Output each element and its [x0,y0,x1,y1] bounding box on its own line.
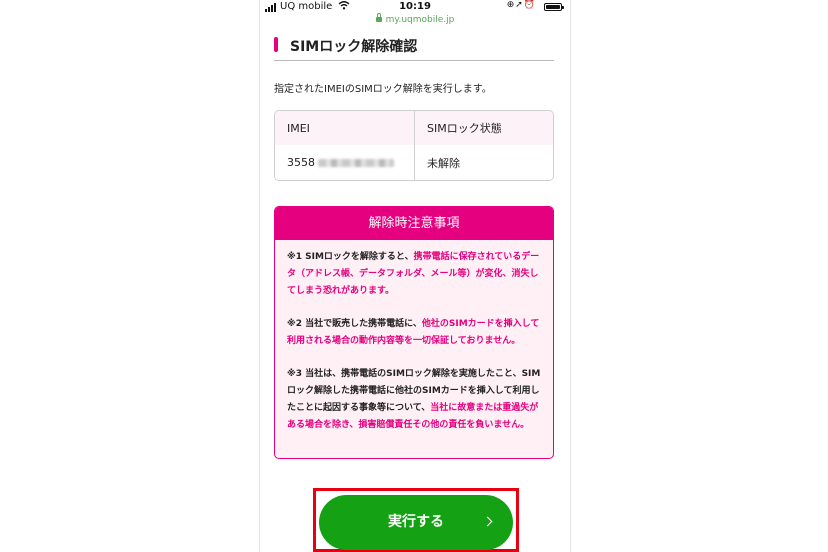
notice-item-2-text: ※2 当社で販売した携帯電話に、 [287,319,422,329]
location-icon: ➚ [515,0,524,10]
sim-lock-status-value: 未解除 [427,156,460,170]
battery-icon [544,3,564,11]
imei-redaction-blur [318,158,394,167]
status-bar: UQ mobile 10:19 ⊕➚⏰ [260,0,570,16]
notice-item-1: ※1 SIMロックを解除すると、携帯電話に保存されているデータ（アドレス帳、デー… [287,249,541,300]
imei-status-table: IMEI SIMロック状態 3558 未解除 [274,110,554,181]
unlock-notice-box: 解除時注意事項 ※1 SIMロックを解除すると、携帯電話に保存されているデータ（… [274,206,554,459]
title-accent-bar [274,37,278,52]
table-row: 3558 未解除 [275,145,553,180]
orientation-lock-icon: ⊕ [506,0,516,10]
address-bar[interactable]: my.uqmobile.jp [260,13,570,29]
notice-item-2: ※2 当社で販売した携帯電話に、他社のSIMカードを挿入して利用される場合の動作… [287,316,541,350]
imei-value: 3558 [287,156,315,169]
execute-button[interactable]: 実行する [319,495,513,550]
page-title: SIMロック解除確認 [290,39,418,55]
imei-cell: 3558 [275,145,415,180]
notice-item-1-text: ※1 SIMロックを解除すると、 [287,252,414,262]
table-header-row: IMEI SIMロック状態 [275,111,553,146]
notice-item-3: ※3 当社は、携帯電話のSIMロック解除を実施したこと、SIMロック解除した携帯… [287,366,541,434]
page-title-block: SIMロック解除確認 [274,34,554,61]
header-imei: IMEI [275,111,415,145]
intro-text: 指定されたIMEIのSIMロック解除を実行します。 [274,84,492,95]
lock-icon [375,13,382,22]
header-sim-lock-status: SIMロック状態 [427,122,502,135]
notice-body: ※1 SIMロックを解除すると、携帯電話に保存されているデータ（アドレス帳、デー… [275,240,553,434]
status-icons: ⊕➚⏰ [507,0,536,10]
notice-title: 解除時注意事項 [275,207,553,240]
alarm-icon: ⏰ [523,0,536,10]
phone-screen: UQ mobile 10:19 ⊕➚⏰ my.uqmobile.jp SIMロッ… [259,0,571,552]
url-text: my.uqmobile.jp [385,15,455,25]
